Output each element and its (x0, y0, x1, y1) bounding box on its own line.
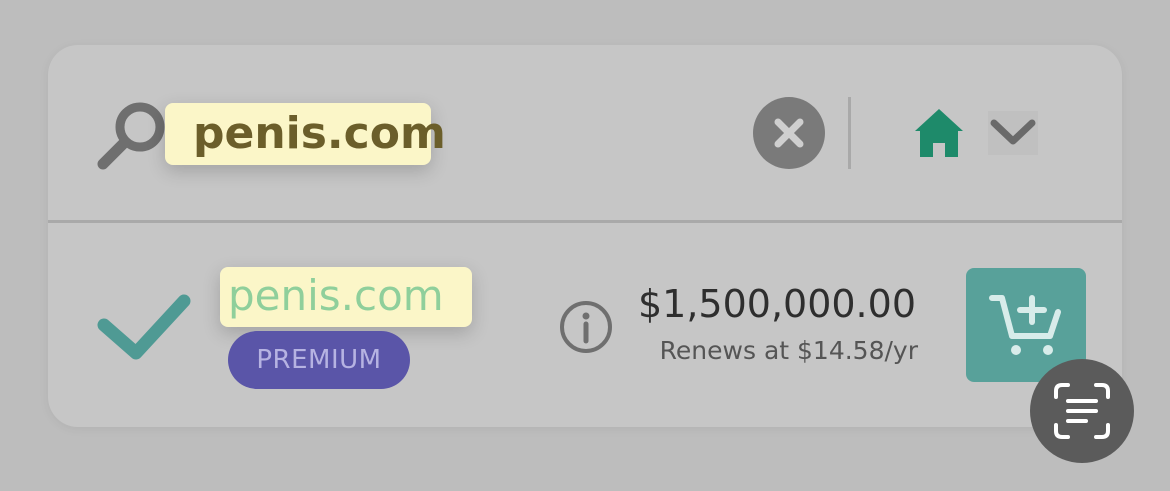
renewal-price: Renews at $14.58/yr (659, 336, 918, 365)
search-input[interactable]: penis.com (193, 104, 446, 164)
chevron-down-icon (990, 119, 1036, 145)
premium-badge: PREMIUM (228, 331, 410, 389)
domain-name: penis.com (228, 271, 444, 320)
info-icon[interactable] (558, 299, 614, 355)
search-icon (94, 97, 170, 173)
search-divider (848, 97, 851, 169)
search-bar: penis.com (48, 45, 1122, 220)
tld-dropdown-button[interactable] (988, 111, 1038, 155)
domain-search-card: penis.com penis.com PREMIUM $1,500,000.0… (48, 45, 1122, 427)
home-icon[interactable] (914, 107, 964, 159)
close-icon (774, 118, 804, 148)
clear-search-button[interactable] (753, 97, 825, 169)
domain-result-row: penis.com PREMIUM $1,500,000.00 Renews a… (48, 223, 1122, 427)
check-icon (96, 293, 192, 363)
live-text-scan-button[interactable] (1030, 359, 1134, 463)
domain-price: $1,500,000.00 (637, 282, 916, 326)
scan-text-icon (1054, 383, 1110, 439)
